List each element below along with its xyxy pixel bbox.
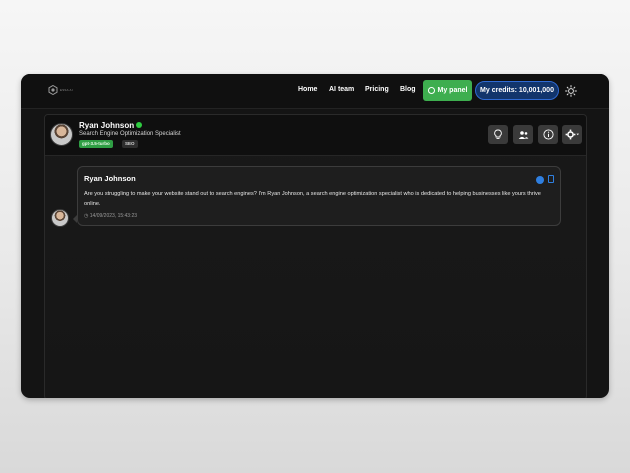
lightbulb-icon [494, 129, 502, 139]
copy-icon[interactable] [548, 175, 554, 183]
user-circle-icon [427, 87, 435, 94]
info-icon [542, 129, 554, 140]
team-button[interactable] [513, 125, 533, 144]
my-panel-button[interactable]: My panel [423, 80, 472, 101]
nav-ai-team-link[interactable]: AI team [329, 86, 354, 93]
message-text: Are you struggling to make your website … [84, 191, 541, 207]
avatar [50, 123, 73, 146]
category-badge: SEO [122, 140, 138, 148]
logo-icon[interactable] [48, 85, 58, 95]
nav-home-link[interactable]: Home [298, 86, 317, 93]
top-navbar: ESSA AI Home AI team Pricing Blog My pan… [21, 74, 609, 109]
my-panel-label: My panel [437, 87, 468, 94]
suggestions-button[interactable] [488, 125, 508, 144]
agent-title: Search Engine Optimization Specialist [79, 131, 181, 137]
timestamp-text: 14/09/2023, 15:43:23 [89, 213, 138, 219]
info-button[interactable] [538, 125, 558, 144]
chat-message: Ryan Johnson Are you struggling to make … [77, 166, 561, 226]
chat-header: Ryan Johnson Search Engine Optimization … [45, 115, 586, 156]
play-audio-icon[interactable] [536, 176, 544, 184]
gear-icon [565, 129, 579, 140]
users-icon [518, 130, 528, 139]
message-timestamp: ◷ 14/09/2023, 15:43:23 [84, 213, 137, 219]
app-window: ESSA AI Home AI team Pricing Blog My pan… [21, 74, 609, 398]
logo-text: ESSA AI [60, 88, 73, 92]
model-badge: gpt-3.5-turbo [79, 140, 113, 148]
nav-pricing-link[interactable]: Pricing [365, 86, 389, 93]
message-author: Ryan Johnson [84, 174, 136, 183]
my-credits-button[interactable]: My credits: 10,001,000 [475, 81, 559, 100]
my-credits-label: My credits: 10,001,000 [480, 87, 554, 94]
agent-name: Ryan Johnson [79, 121, 135, 130]
settings-dropdown-button[interactable] [562, 125, 582, 144]
online-status-dot [136, 122, 142, 128]
nav-blog-link[interactable]: Blog [400, 86, 416, 93]
message-avatar [51, 209, 69, 227]
chat-panel: Ryan Johnson Search Engine Optimization … [44, 114, 587, 398]
theme-toggle-sun-icon[interactable] [565, 85, 577, 97]
